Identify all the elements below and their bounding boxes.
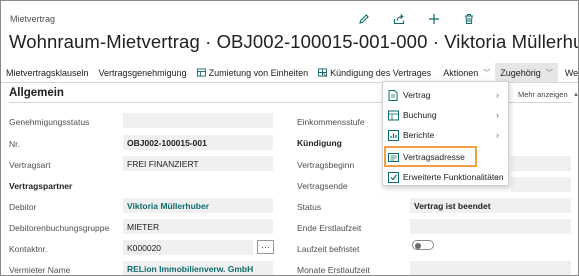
einkommensstufe-label: Einkommensstufe — [297, 117, 365, 127]
menu-zugehoerig[interactable]: Zugehörig ﹀ — [495, 63, 558, 82]
genehmigungsstatus-field[interactable] — [123, 113, 273, 128]
debitor-field[interactable]: Viktoria Müllerhuber — [123, 198, 273, 213]
show-more-link[interactable]: Mehr anzeigen — [518, 90, 568, 99]
debitorenbuchungsgruppe-label: Debitorenbuchungsgruppe — [9, 223, 110, 233]
nr-label: Nr. — [9, 139, 20, 149]
ende-erstlaufzeit-field[interactable] — [410, 219, 571, 234]
kontaktnr-label: Kontaktnr. — [9, 244, 48, 254]
delete-icon[interactable] — [451, 11, 486, 27]
action-label: Zumietung von Einheiten — [208, 67, 309, 78]
menu-item-erweiterte-funktionalitaeten[interactable]: Erweiterte Funktionalitäten › — [383, 167, 508, 187]
menu-aktionen[interactable]: Aktionen ﹀ — [438, 63, 495, 82]
edit-icon[interactable] — [346, 11, 381, 27]
menu-item-label: Erweiterte Funktionalitäten — [403, 172, 504, 182]
table-icon — [196, 68, 206, 77]
menu-item-label: Vertrag — [403, 90, 431, 100]
share-icon[interactable] — [381, 11, 416, 27]
highlight-box — [384, 146, 477, 167]
vertragsbeginn-field[interactable] — [511, 156, 571, 171]
vermieter-label: Vermieter Name — [9, 265, 71, 275]
action-label: Weniger Optionen — [564, 67, 579, 78]
toggle-knob — [415, 242, 421, 249]
kontaktnr-field[interactable]: K000020 — [123, 240, 253, 255]
chevron-down-icon: ﹀ — [483, 69, 491, 77]
action-label: Aktionen — [443, 67, 479, 78]
laufzeit-befristet-toggle[interactable] — [412, 240, 434, 250]
chevron-right-icon: › — [496, 172, 499, 182]
debitorenbuchungsgruppe-field[interactable]: MIETER — [123, 219, 273, 234]
section-title: Allgemein — [9, 87, 64, 99]
vertragsende-field[interactable] — [511, 177, 571, 192]
action-label: Zugehörig — [500, 67, 541, 78]
action-label: Mietvertragsklauseln — [6, 67, 89, 78]
chevron-right-icon: › — [496, 90, 499, 100]
menu-item-label: Berichte — [403, 130, 435, 140]
report-icon — [387, 129, 399, 141]
chevron-right-icon: › — [496, 130, 499, 140]
vertragspartner-heading: Vertragspartner — [9, 181, 73, 191]
menu-item-vertrag[interactable]: Vertrag › — [383, 85, 508, 105]
page-frame: Mietvertrag Wohnraum-Mietvertrag · OBJ00… — [0, 0, 579, 276]
menu-item-berichte[interactable]: Berichte › — [383, 125, 508, 145]
top-action-bar — [346, 11, 486, 27]
page-type-label: Mietvertrag — [10, 14, 56, 24]
action-label: Kündigung des Vertrages — [330, 67, 432, 78]
vertragsart-label: Vertragsart — [9, 160, 51, 170]
extension-icon — [387, 171, 399, 183]
genehmigungsstatus-label: Genehmigungsstatus — [9, 117, 90, 127]
status-label: Status — [297, 202, 322, 212]
nr-field[interactable]: OBJ002-100015-001 — [123, 135, 273, 150]
vertragsart-field[interactable]: FREI FINANZIERT — [123, 156, 273, 171]
document-icon — [387, 89, 399, 101]
less-options-button[interactable]: Weniger Optionen — [560, 63, 579, 82]
add-icon[interactable] — [416, 11, 451, 27]
menu-item-label: Buchung — [403, 110, 437, 120]
laufzeit-befristet-label: Laufzeit befristet — [297, 244, 360, 254]
grid-icon — [318, 68, 328, 77]
action-bar: Mietvertragsklauseln Vertragsgenehmigung… — [1, 63, 579, 82]
status-field[interactable]: Vertrag ist beendet — [410, 198, 571, 213]
ende-erstlaufzeit-label: Ende Erstlaufzeit — [297, 223, 362, 233]
zugehoerig-dropdown: Vertrag › Buchung › Berichte › Vertragsa… — [382, 81, 509, 186]
chevron-down-icon: ﹀ — [545, 69, 553, 77]
kuendigung-heading: Kündigung — [297, 138, 342, 148]
monate-erstlaufzeit-field[interactable] — [410, 261, 571, 275]
vertragsende-label: Vertragsende — [297, 181, 348, 191]
vertragsbeginn-label: Vertragsbeginn — [297, 160, 355, 170]
debitor-label: Debitor — [9, 202, 37, 212]
menu-item-buchung[interactable]: Buchung › — [383, 105, 508, 125]
action-kuendigung[interactable]: Kündigung des Vertrages — [313, 63, 436, 82]
ledger-icon — [387, 109, 399, 121]
action-mietvertragsklauseln[interactable]: Mietvertragsklauseln — [1, 63, 94, 82]
kontaktnr-lookup-button[interactable]: ··· — [257, 240, 274, 254]
action-vertragsgenehmigung[interactable]: Vertragsgenehmigung — [94, 63, 192, 82]
scroll-up-icon[interactable]: ▲ — [573, 92, 578, 98]
page-title: Wohnraum-Mietvertrag · OBJ002-100015-001… — [9, 31, 579, 52]
action-label: Vertragsgenehmigung — [98, 67, 187, 78]
chevron-right-icon: › — [496, 110, 499, 120]
monate-erstlaufzeit-label: Monate Erstlaufzeit — [297, 265, 370, 275]
action-zumietung[interactable]: Zumietung von Einheiten — [192, 63, 314, 82]
vermieter-field[interactable]: RELion Immobilienverw. GmbH — [123, 261, 273, 275]
